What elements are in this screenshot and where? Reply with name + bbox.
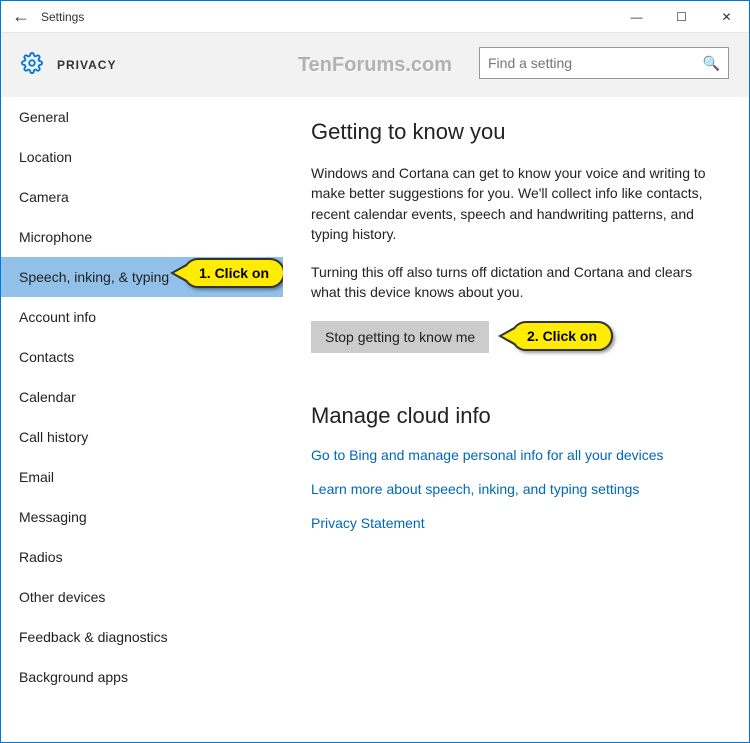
- sidebar-item-messaging[interactable]: Messaging: [1, 497, 283, 537]
- sidebar-item-call-history[interactable]: Call history: [1, 417, 283, 457]
- sidebar-item-microphone[interactable]: Microphone: [1, 217, 283, 257]
- sidebar-item-account-info[interactable]: Account info: [1, 297, 283, 337]
- breadcrumb: PRIVACY: [57, 58, 116, 72]
- gear-icon: [21, 52, 43, 79]
- description-paragraph-1: Windows and Cortana can get to know your…: [311, 163, 721, 244]
- sidebar-item-label: Speech, inking, & typing: [19, 269, 169, 285]
- link-bing-manage-personal-info[interactable]: Go to Bing and manage personal info for …: [311, 447, 721, 463]
- link-privacy-statement[interactable]: Privacy Statement: [311, 515, 721, 531]
- sidebar: General Location Camera Microphone Speec…: [1, 97, 283, 742]
- sidebar-item-general[interactable]: General: [1, 97, 283, 137]
- back-button[interactable]: ←: [1, 6, 41, 27]
- sidebar-item-background-apps[interactable]: Background apps: [1, 657, 283, 697]
- heading-manage-cloud-info: Manage cloud info: [311, 403, 721, 429]
- description-paragraph-2: Turning this off also turns off dictatio…: [311, 262, 721, 303]
- sidebar-item-calendar[interactable]: Calendar: [1, 377, 283, 417]
- link-learn-more-speech-inking-typing[interactable]: Learn more about speech, inking, and typ…: [311, 481, 721, 497]
- minimize-button[interactable]: ―: [614, 1, 659, 33]
- header: PRIVACY 🔍: [1, 33, 749, 97]
- sidebar-item-camera[interactable]: Camera: [1, 177, 283, 217]
- sidebar-item-contacts[interactable]: Contacts: [1, 337, 283, 377]
- close-button[interactable]: ✕: [704, 1, 749, 33]
- search-input[interactable]: [488, 55, 703, 71]
- sidebar-item-speech-inking-typing[interactable]: Speech, inking, & typing 1. Click on: [1, 257, 283, 297]
- callout-one: 1. Click on: [183, 258, 283, 288]
- sidebar-item-feedback-diagnostics[interactable]: Feedback & diagnostics: [1, 617, 283, 657]
- content-pane: Getting to know you Windows and Cortana …: [283, 97, 749, 742]
- titlebar: ← Settings ― ☐ ✕: [1, 1, 749, 33]
- stop-getting-to-know-me-button[interactable]: Stop getting to know me: [311, 321, 489, 353]
- maximize-button[interactable]: ☐: [659, 1, 704, 33]
- sidebar-item-location[interactable]: Location: [1, 137, 283, 177]
- window-title: Settings: [41, 10, 614, 24]
- search-box[interactable]: 🔍: [479, 47, 729, 79]
- heading-getting-to-know-you: Getting to know you: [311, 119, 721, 145]
- sidebar-item-other-devices[interactable]: Other devices: [1, 577, 283, 617]
- callout-two: 2. Click on: [511, 321, 613, 351]
- sidebar-item-email[interactable]: Email: [1, 457, 283, 497]
- sidebar-item-radios[interactable]: Radios: [1, 537, 283, 577]
- search-icon: 🔍: [703, 55, 720, 72]
